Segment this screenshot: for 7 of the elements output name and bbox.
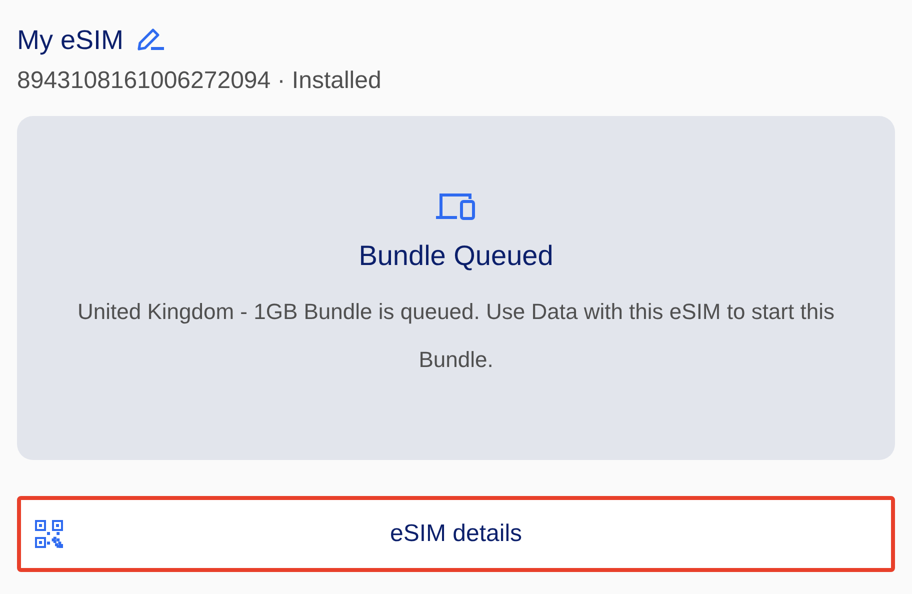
esim-status-text: 8943108161006272094 · Installed xyxy=(17,66,382,96)
esim-details-button[interactable]: eSIM details xyxy=(17,496,895,572)
card-message: United Kingdom - 1GB Bundle is queued. Use Data with this eSIM to start this Bundle. xyxy=(76,298,836,374)
edit-icon[interactable] xyxy=(136,27,164,53)
qr-code-icon xyxy=(35,520,63,548)
page-title: My eSIM xyxy=(17,24,124,57)
card-title: Bundle Queued xyxy=(358,239,554,273)
